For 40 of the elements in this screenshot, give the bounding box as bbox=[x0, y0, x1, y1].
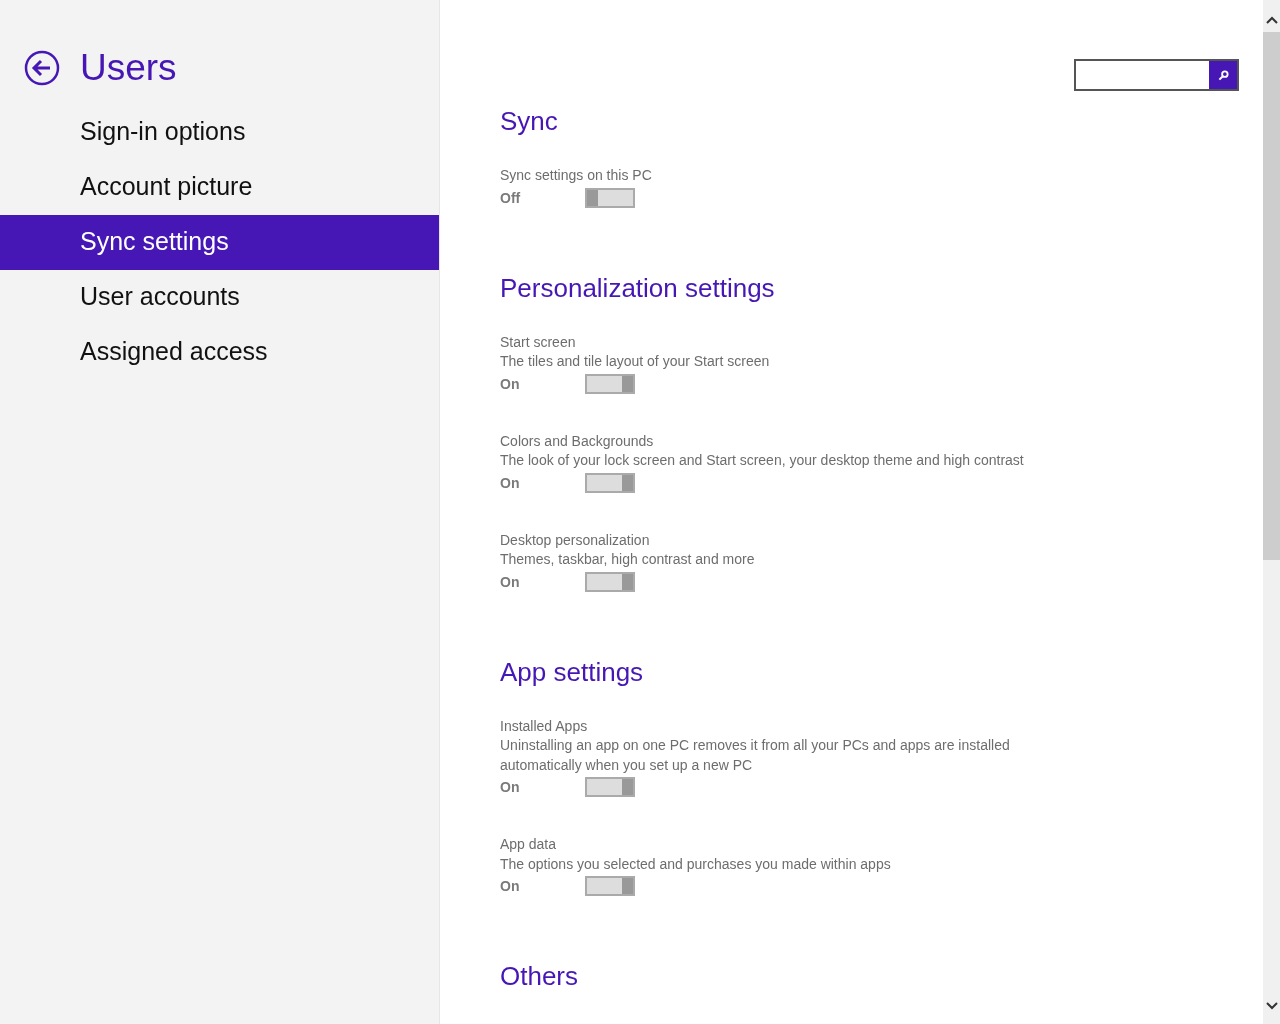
sidebar-item[interactable]: Account picture bbox=[0, 160, 439, 215]
search-field[interactable] bbox=[1074, 59, 1239, 91]
toggle-switch[interactable] bbox=[585, 472, 635, 493]
sidebar-item[interactable]: Assigned access bbox=[0, 325, 439, 380]
sidebar-item[interactable]: Sign-in options bbox=[0, 105, 439, 160]
sidebar-item[interactable]: Sync settings bbox=[0, 215, 439, 270]
setting-description: The tiles and tile layout of your Start screen bbox=[500, 352, 771, 371]
setting-description: Themes, taskbar, high contrast and more bbox=[500, 550, 756, 569]
search-icon bbox=[1217, 69, 1229, 81]
section-heading: Sync bbox=[500, 105, 559, 138]
section-heading: Others bbox=[500, 960, 580, 993]
search-button[interactable] bbox=[1209, 61, 1237, 89]
setting-name: App data bbox=[500, 835, 558, 854]
setting-name: Sync settings on this PC bbox=[500, 166, 653, 185]
scroll-down-icon[interactable] bbox=[1265, 1002, 1278, 1010]
setting-description: The options you selected and purchases you made within apps bbox=[500, 854, 892, 874]
toggle-state-label: Off bbox=[500, 189, 522, 206]
toggle-switch[interactable] bbox=[585, 187, 635, 208]
toggle-switch[interactable] bbox=[585, 373, 635, 394]
section-heading: App settings bbox=[500, 655, 645, 689]
toggle-state-label: On bbox=[500, 573, 521, 590]
setting-description: Uninstalling an app on one PC removes it from all your PCs and apps are installed automatically when you set up a new PC bbox=[500, 736, 1011, 775]
setting-name: Desktop personalization bbox=[500, 530, 651, 550]
setting-name: Colors and Backgrounds bbox=[500, 431, 655, 451]
section-heading: Personalization settings bbox=[500, 271, 776, 305]
toggle-switch[interactable] bbox=[585, 777, 635, 797]
page-title: Users bbox=[80, 47, 177, 89]
toggle-switch[interactable] bbox=[585, 876, 635, 896]
scroll-up-icon[interactable] bbox=[1265, 16, 1278, 24]
toggle-state-label: On bbox=[500, 474, 521, 491]
toggle-state-label: On bbox=[500, 779, 521, 795]
scrollbar[interactable] bbox=[1263, 0, 1280, 1024]
setting-description: The look of your lock screen and Start screen, your desktop theme and high contrast bbox=[500, 451, 1025, 470]
setting-name: Installed Apps bbox=[500, 716, 589, 736]
scrollbar-thumb[interactable] bbox=[1263, 32, 1280, 560]
toggle-switch[interactable] bbox=[585, 571, 635, 592]
sidebar-item[interactable]: User accounts bbox=[0, 270, 439, 325]
setting-name: Start screen bbox=[500, 332, 577, 352]
toggle-state-label: On bbox=[500, 878, 521, 894]
toggle-state-label: On bbox=[500, 375, 521, 392]
